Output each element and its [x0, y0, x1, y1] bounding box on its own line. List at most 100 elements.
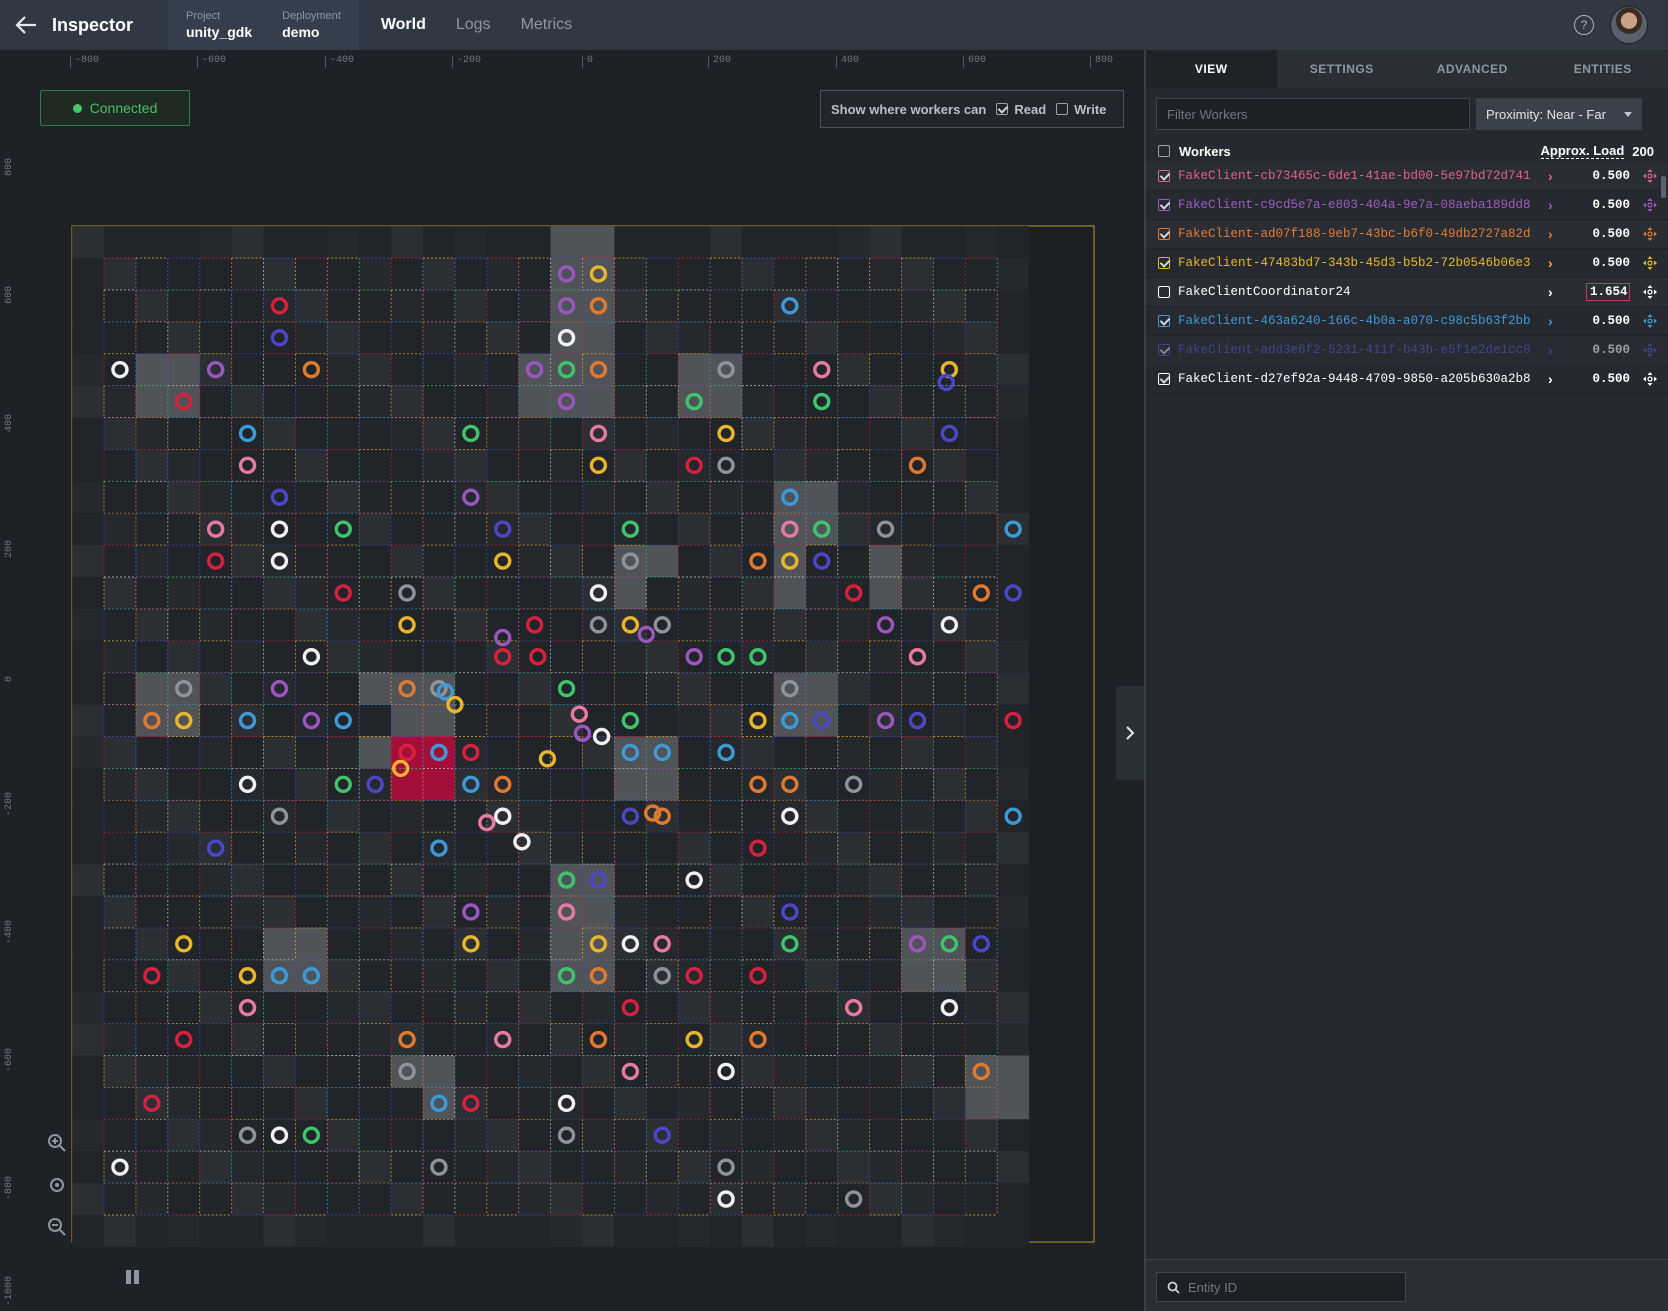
world-canvas[interactable]	[0, 50, 1144, 1311]
help-icon[interactable]: ?	[1574, 15, 1594, 35]
worker-checkbox[interactable]	[1158, 257, 1170, 269]
world-map[interactable]: -800 -600 -400 -200 0 200 400 600 800 80…	[0, 50, 1144, 1311]
map-cell	[582, 1151, 615, 1184]
map-cell	[263, 1183, 296, 1215]
map-cell	[391, 1023, 423, 1056]
chevron-right-icon[interactable]: ›	[1548, 342, 1553, 358]
ruler-x-tick: 600	[963, 56, 986, 68]
worker-row[interactable]: FakeClient-47483bd7-343b-45d3-b5b2-72b05…	[1146, 249, 1668, 278]
tab-entities[interactable]: ENTITIES	[1538, 50, 1668, 88]
project-info: Project unity_gdk Deployment demo	[168, 0, 359, 50]
chevron-right-icon[interactable]: ›	[1548, 226, 1553, 242]
map-cell	[678, 736, 711, 769]
worker-checkbox[interactable]	[1158, 286, 1170, 298]
worker-row[interactable]: FakeClient-463a6240-166c-4b0a-a070-c98c5…	[1146, 307, 1668, 336]
worker-name[interactable]: FakeClient-ad07f188-9eb7-43bc-b6f0-49db2…	[1178, 227, 1542, 241]
worker-row[interactable]: FakeClient-add3e6f2-5231-411f-b43b-e5f1e…	[1146, 336, 1668, 365]
tab-settings[interactable]: SETTINGS	[1277, 50, 1408, 88]
worker-row[interactable]: FakeClient-ad07f188-9eb7-43bc-b6f0-49db2…	[1146, 220, 1668, 249]
worker-checkbox[interactable]	[1158, 228, 1170, 240]
map-cell	[135, 640, 168, 673]
worker-name[interactable]: FakeClientCoordinator24	[1178, 285, 1542, 299]
map-cell	[391, 927, 423, 960]
recenter-icon[interactable]	[46, 1174, 68, 1196]
map-cell	[359, 768, 392, 801]
map-cell	[423, 226, 455, 258]
collapse-panel-button[interactable]	[1116, 686, 1144, 780]
back-arrow-icon[interactable]	[0, 0, 52, 50]
map-cell	[997, 417, 1030, 450]
worker-name[interactable]: FakeClient-c9cd5e7a-e803-404a-9e7a-08aeb…	[1178, 198, 1542, 212]
worker-checkbox[interactable]	[1158, 170, 1170, 182]
map-cell	[742, 640, 774, 673]
tab-view[interactable]: VIEW	[1146, 50, 1277, 88]
map-cell	[710, 991, 742, 1024]
chevron-right-icon[interactable]: ›	[1548, 255, 1553, 271]
map-cell	[550, 545, 583, 577]
worker-row[interactable]: FakeClientCoordinator24 › 1.654	[1146, 278, 1668, 307]
worker-name[interactable]: FakeClient-47483bd7-343b-45d3-b5b2-72b05…	[1178, 256, 1542, 270]
map-cell	[582, 1119, 615, 1152]
map-cell	[359, 800, 392, 833]
worker-checkbox[interactable]	[1158, 373, 1170, 385]
worker-row[interactable]: FakeClient-d27ef92a-9448-4709-9850-a205b…	[1146, 365, 1668, 394]
panel-scrollbar[interactable]	[1661, 176, 1666, 198]
map-cell	[295, 704, 328, 737]
chevron-right-icon[interactable]: ›	[1548, 371, 1553, 387]
locate-worker-icon[interactable]	[1642, 313, 1658, 329]
map-cell	[518, 321, 551, 354]
map-cell	[391, 577, 423, 609]
map-cell	[135, 1023, 168, 1056]
map-cell	[678, 1023, 711, 1056]
tab-advanced[interactable]: ADVANCED	[1407, 50, 1538, 88]
locate-worker-icon[interactable]	[1642, 168, 1658, 184]
worker-row[interactable]: FakeClient-cb73465c-6de1-41ae-bd00-5e97b…	[1146, 162, 1668, 191]
worker-name[interactable]: FakeClient-cb73465c-6de1-41ae-bd00-5e97b…	[1178, 169, 1542, 183]
worker-name[interactable]: FakeClient-add3e6f2-5231-411f-b43b-e5f1e…	[1178, 343, 1542, 357]
tab-logs[interactable]: Logs	[456, 16, 491, 34]
read-toggle[interactable]: Read	[996, 102, 1046, 117]
avatar[interactable]	[1610, 6, 1648, 44]
zoom-out-icon[interactable]	[46, 1216, 68, 1238]
pause-icon[interactable]	[124, 1268, 142, 1286]
write-toggle[interactable]: Write	[1056, 102, 1106, 117]
locate-worker-icon[interactable]	[1642, 371, 1658, 387]
worker-checkbox[interactable]	[1158, 315, 1170, 327]
chevron-right-icon[interactable]: ›	[1548, 313, 1553, 329]
tab-world[interactable]: World	[381, 16, 426, 34]
highlight-cell	[167, 704, 200, 737]
map-cell	[550, 608, 583, 641]
map-cell	[710, 481, 742, 514]
proximity-select[interactable]: Proximity: Near - Far	[1476, 98, 1642, 130]
zoom-in-icon[interactable]	[46, 1132, 68, 1154]
worker-checkbox[interactable]	[1158, 344, 1170, 356]
chevron-right-icon[interactable]: ›	[1548, 284, 1553, 300]
map-cell	[135, 321, 168, 354]
map-cell	[837, 1151, 870, 1184]
locate-worker-icon[interactable]	[1642, 255, 1658, 271]
entity-id-input[interactable]: Entity ID	[1156, 1272, 1406, 1302]
worker-checkbox[interactable]	[1158, 199, 1170, 211]
map-cell	[231, 927, 264, 960]
worker-name[interactable]: FakeClient-d27ef92a-9448-4709-9850-a205b…	[1178, 372, 1542, 386]
read-checkbox[interactable]	[996, 103, 1009, 115]
write-checkbox[interactable]	[1056, 103, 1069, 115]
map-cell	[454, 513, 487, 546]
map-cell	[199, 800, 232, 833]
workers-select-all-checkbox[interactable]	[1158, 145, 1170, 157]
chevron-right-icon[interactable]: ›	[1548, 197, 1553, 213]
map-cell	[550, 449, 583, 482]
worker-name[interactable]: FakeClient-463a6240-166c-4b0a-a070-c98c5…	[1178, 314, 1542, 328]
tab-metrics[interactable]: Metrics	[521, 16, 573, 34]
highlight-cell	[423, 1087, 455, 1120]
map-cell	[518, 927, 551, 960]
worker-row[interactable]: FakeClient-c9cd5e7a-e803-404a-9e7a-08aeb…	[1146, 191, 1668, 220]
locate-worker-icon[interactable]	[1642, 226, 1658, 242]
filter-workers-input[interactable]	[1156, 98, 1470, 130]
map-cell	[167, 1055, 200, 1088]
locate-worker-icon[interactable]	[1642, 284, 1658, 300]
chevron-right-icon[interactable]: ›	[1548, 168, 1553, 184]
map-cell	[646, 1183, 679, 1215]
locate-worker-icon[interactable]	[1642, 197, 1658, 213]
locate-worker-icon[interactable]	[1642, 342, 1658, 358]
